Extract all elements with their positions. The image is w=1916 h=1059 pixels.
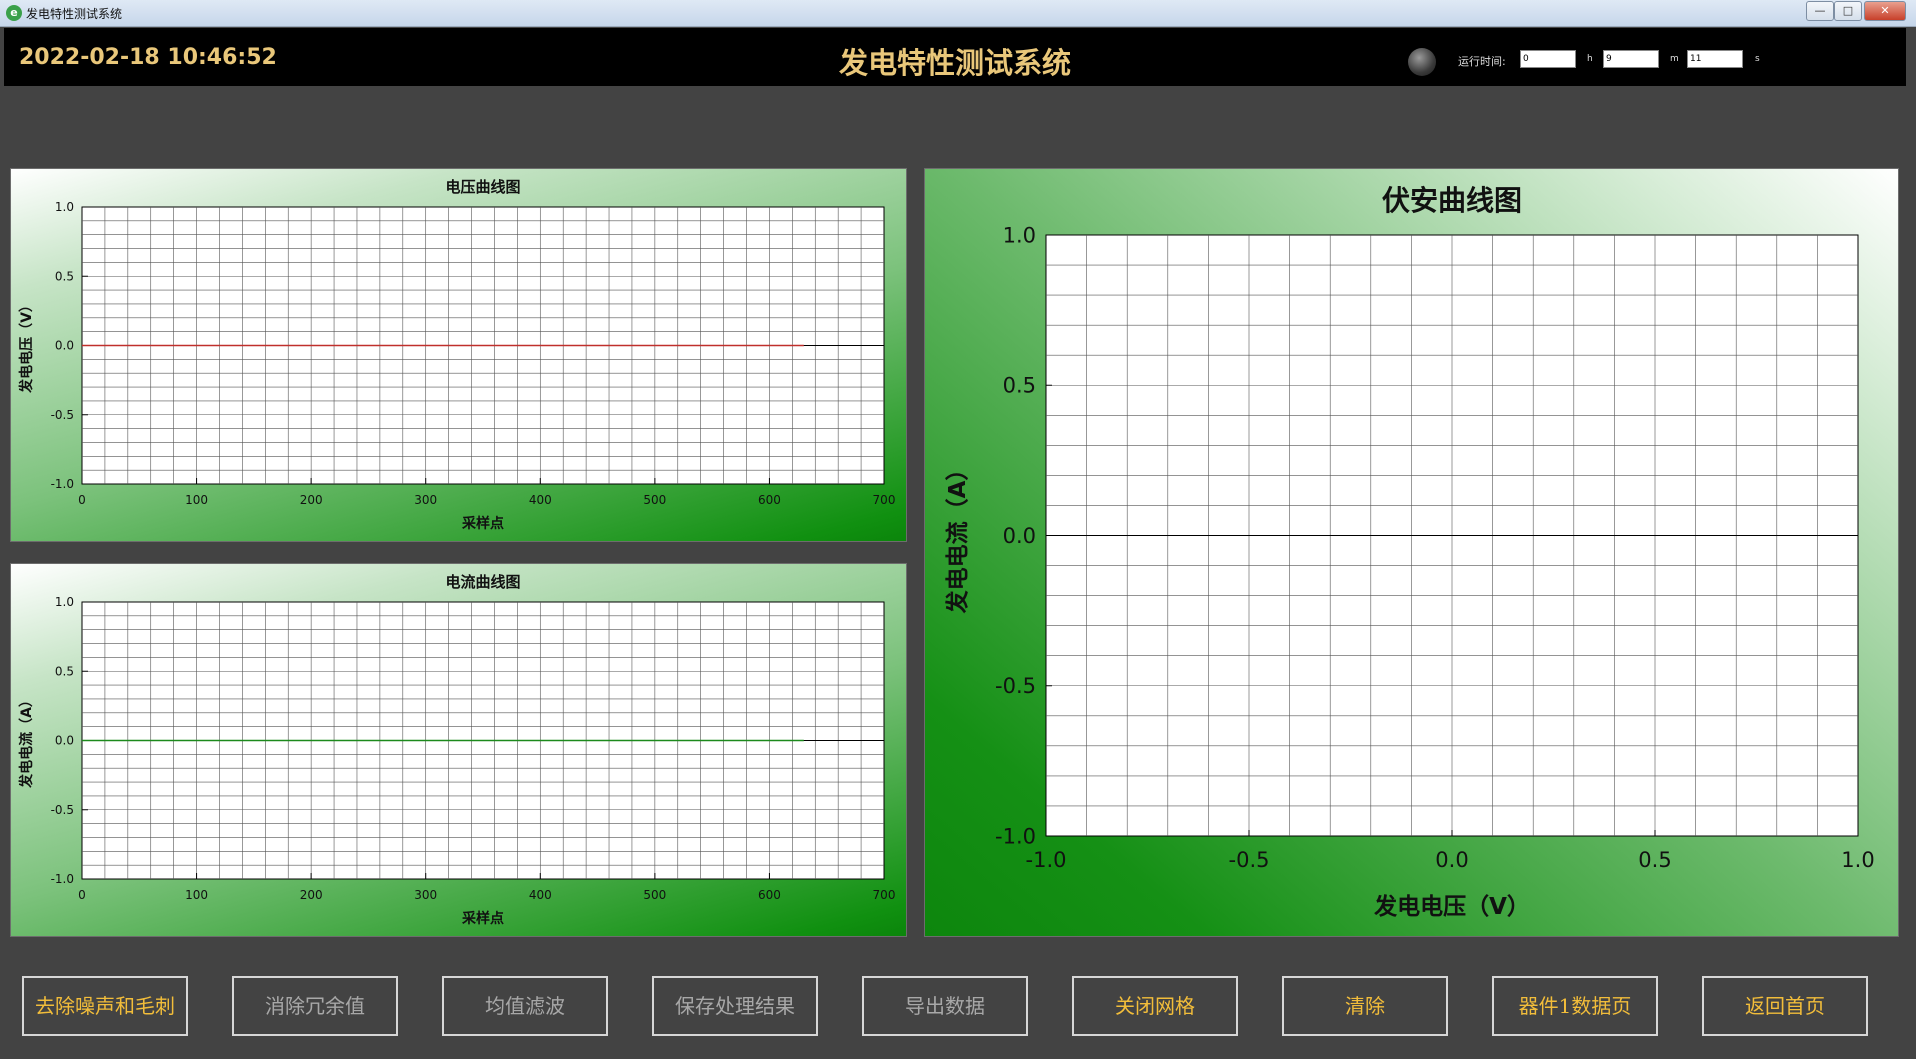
- x-tick-label: 0: [78, 888, 86, 902]
- runtime-label: 运行时间:: [1458, 55, 1506, 68]
- minimize-button[interactable]: —: [1806, 1, 1834, 21]
- x-tick-label: 100: [185, 888, 208, 902]
- action-button-7[interactable]: 清除: [1282, 976, 1448, 1036]
- y-tick-label: -1.0: [995, 824, 1036, 848]
- x-tick-label: -0.5: [1229, 848, 1270, 872]
- close-button[interactable]: ✕: [1864, 1, 1906, 21]
- app-icon: e: [6, 5, 22, 21]
- y-tick-label: -0.5: [995, 674, 1036, 698]
- x-tick-label: 0: [78, 493, 86, 507]
- x-tick-label: 400: [529, 493, 552, 507]
- x-tick-label: 500: [643, 493, 666, 507]
- y-axis-label: 发电电流（A）: [944, 458, 971, 615]
- runtime-seconds-field[interactable]: 11: [1687, 50, 1743, 68]
- iv-chart-panel: 伏安曲线图 -1.0 -0.5 0.0 0.5 1.0 1.0 0.5 0.0 -0.5 -1.0 发…: [924, 168, 1899, 937]
- voltage-chart: 电压曲线图 0 100 200 300 400 500 600 700 1.0 0.5 0.0 -0.5…: [18, 178, 896, 532]
- action-button-1[interactable]: 去除噪声和毛刺: [22, 976, 188, 1036]
- current-chart: 电流曲线图 0 100 200 300 400 500 600 700 1.0 0.5 0.0 -0.5…: [18, 573, 896, 927]
- y-tick-label: -0.5: [51, 803, 74, 817]
- y-tick-label: -0.5: [51, 408, 74, 422]
- x-tick-label: 200: [300, 888, 323, 902]
- y-tick-label: 0.5: [55, 664, 74, 678]
- x-tick-label: 200: [300, 493, 323, 507]
- y-tick-label: 0.5: [55, 269, 74, 283]
- action-button-5[interactable]: 导出数据: [862, 976, 1028, 1036]
- y-tick-label: 0.0: [55, 734, 74, 748]
- action-button-3[interactable]: 均值滤波: [442, 976, 608, 1036]
- y-tick-label: 1.0: [1003, 223, 1036, 247]
- y-tick-label: -1.0: [51, 477, 74, 491]
- maximize-button[interactable]: □: [1834, 1, 1862, 21]
- window-titlebar: e 发电特性测试系统 — □ ✕: [0, 0, 1916, 27]
- y-tick-label: 0.5: [1003, 374, 1036, 398]
- runtime-seconds-unit: s: [1755, 54, 1760, 64]
- app-header: 2022-02-18 10:46:52 发电特性测试系统 运行时间: 0 h 9…: [4, 28, 1906, 86]
- runtime-hours-field[interactable]: 0: [1520, 50, 1576, 68]
- x-tick-label: 0.0: [1435, 848, 1468, 872]
- x-tick-label: 700: [873, 888, 896, 902]
- y-tick-label: 0.0: [1003, 524, 1036, 548]
- x-axis-label: 采样点: [461, 515, 504, 532]
- action-button-6[interactable]: 关闭网格: [1072, 976, 1238, 1036]
- x-tick-label: 700: [873, 493, 896, 507]
- current-chart-panel: 电流曲线图 0 100 200 300 400 500 600 700 1.0 0.5 0.0 -0.5…: [10, 563, 907, 937]
- x-tick-label: 400: [529, 888, 552, 902]
- x-tick-label: 300: [414, 888, 437, 902]
- y-tick-label: 1.0: [55, 200, 74, 214]
- iv-chart: 伏安曲线图 -1.0 -0.5 0.0 0.5 1.0 1.0 0.5 0.0 -0.5 -1.0 发…: [944, 184, 1875, 920]
- action-button-4[interactable]: 保存处理结果: [652, 976, 818, 1036]
- chart-title: 电压曲线图: [445, 178, 520, 196]
- x-tick-label: 500: [643, 888, 666, 902]
- x-tick-label: 0.5: [1638, 848, 1671, 872]
- status-lamp-icon: [1408, 48, 1436, 76]
- runtime-minutes-unit: m: [1670, 54, 1679, 64]
- window-title: 发电特性测试系统: [26, 7, 123, 21]
- x-tick-label: 600: [758, 888, 781, 902]
- x-axis-label: 发电电压（V）: [1373, 893, 1530, 920]
- action-button-2[interactable]: 消除冗余值: [232, 976, 398, 1036]
- chart-title: 伏安曲线图: [1382, 184, 1522, 217]
- y-tick-label: 0.0: [55, 339, 74, 353]
- action-button-9[interactable]: 返回首页: [1702, 976, 1868, 1036]
- x-tick-label: 300: [414, 493, 437, 507]
- chart-title: 电流曲线图: [445, 573, 520, 591]
- voltage-chart-panel: 电压曲线图 0 100 200 300 400 500 600 700 1.0 0.5 0.0 -0.5…: [10, 168, 907, 542]
- x-tick-label: 100: [185, 493, 208, 507]
- action-button-8[interactable]: 器件1数据页: [1492, 976, 1658, 1036]
- runtime-hours-unit: h: [1587, 54, 1593, 64]
- runtime-minutes-field[interactable]: 9: [1603, 50, 1659, 68]
- y-tick-label: -1.0: [51, 872, 74, 886]
- x-tick-label: -1.0: [1026, 848, 1067, 872]
- x-tick-label: 600: [758, 493, 781, 507]
- x-tick-label: 1.0: [1841, 848, 1874, 872]
- y-axis-label: 发电电压（V）: [18, 298, 35, 394]
- x-axis-label: 采样点: [461, 910, 504, 927]
- y-axis-label: 发电电流（A）: [18, 693, 35, 789]
- y-tick-label: 1.0: [55, 595, 74, 609]
